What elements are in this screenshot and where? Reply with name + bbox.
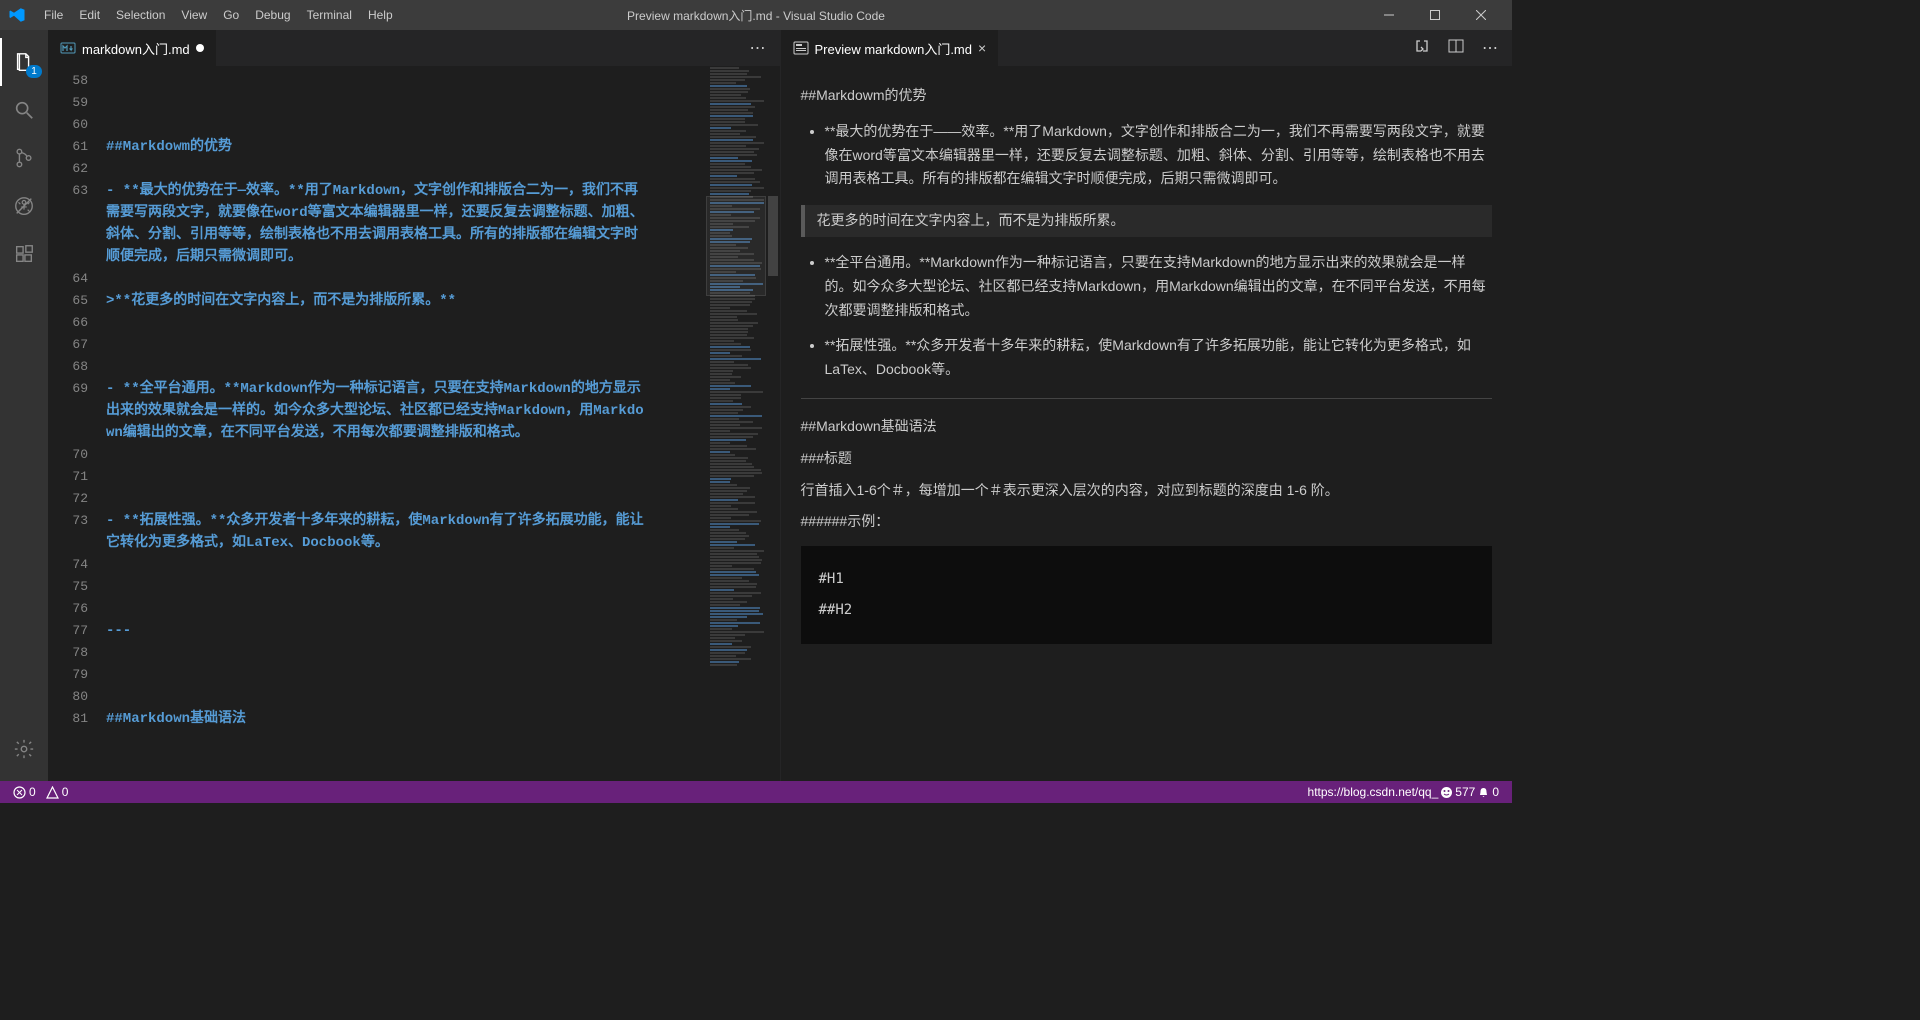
tab-markdown-source[interactable]: markdown入门.md (48, 30, 217, 66)
menu-debug[interactable]: Debug (247, 0, 298, 30)
window-maximize-button[interactable] (1412, 0, 1458, 30)
list-item: **拓展性强。**众多开发者十多年来的耕耘，使Markdown有了许多拓展功能，… (825, 334, 1493, 382)
title-bar: FileEditSelectionViewGoDebugTerminalHelp… (0, 0, 1512, 30)
more-actions-icon[interactable]: ⋯ (1478, 34, 1502, 63)
menu-bar: FileEditSelectionViewGoDebugTerminalHelp (36, 0, 401, 30)
close-icon[interactable]: × (978, 40, 986, 56)
preview-tabs: Preview markdown入门.md × ⋯ (781, 30, 1513, 66)
menu-go[interactable]: Go (215, 0, 247, 30)
menu-terminal[interactable]: Terminal (299, 0, 360, 30)
menu-selection[interactable]: Selection (108, 0, 173, 30)
preview-heading: ###标题 (801, 447, 1493, 471)
list-item: **全平台通用。**Markdown作为一种标记语言，只要在支持Markdown… (825, 251, 1493, 322)
status-bar: 0 0 https://blog.csdn.net/qq_ 577 0 (0, 781, 1512, 803)
divider (801, 398, 1493, 399)
dirty-indicator-icon (196, 44, 204, 52)
status-errors[interactable]: 0 (8, 785, 41, 799)
bell-icon[interactable] (1477, 786, 1490, 799)
minimap[interactable] (706, 66, 766, 781)
more-actions-icon[interactable]: ⋯ (746, 34, 770, 62)
editor-pane-preview: Preview markdown入门.md × ⋯ ##Markdowm的优势 … (781, 30, 1513, 781)
tab-label: markdown入门.md (82, 39, 190, 58)
source-control-icon[interactable] (0, 134, 48, 182)
split-editor-icon[interactable] (1444, 34, 1468, 63)
editor-pane-source: markdown入门.md ⋯ 585960616263646566676869… (48, 30, 781, 781)
preview-text: 行首插入1-6个＃，每增加一个＃表示更深入层次的内容，对应到标题的深度由 1-6… (801, 479, 1493, 503)
warning-icon (46, 786, 59, 799)
menu-file[interactable]: File (36, 0, 71, 30)
preview-heading: ##Markdown基础语法 (801, 415, 1493, 439)
code-block: #H1 ##H2 (801, 546, 1493, 644)
error-icon (13, 786, 26, 799)
minimap-viewport[interactable] (706, 196, 766, 296)
explorer-badge: 1 (26, 65, 42, 78)
menu-view[interactable]: View (173, 0, 215, 30)
list-item: **最大的优势在于——效率。**用了Markdown，文字创作和排版合二为一，我… (825, 120, 1493, 191)
window-title: Preview markdown入门.md - Visual Studio Co… (627, 7, 885, 24)
settings-gear-icon[interactable] (0, 725, 48, 773)
menu-help[interactable]: Help (360, 0, 401, 30)
menu-edit[interactable]: Edit (71, 0, 108, 30)
code-editor[interactable]: 5859606162636465666768697071727374757677… (48, 66, 780, 781)
debug-icon[interactable] (0, 182, 48, 230)
blockquote: 花更多的时间在文字内容上，而不是为排版所累。 (801, 205, 1493, 237)
preview-tab-label: Preview markdown入门.md (815, 39, 973, 58)
scrollbar-thumb[interactable] (768, 196, 778, 276)
status-url: https://blog.csdn.net/qq_ 577 0 (1303, 785, 1504, 799)
activity-bar: 1 (0, 30, 48, 781)
status-warnings[interactable]: 0 (41, 785, 74, 799)
markdown-file-icon (60, 40, 76, 56)
smiley-icon[interactable] (1440, 786, 1453, 799)
open-changes-icon[interactable] (1410, 34, 1434, 63)
extensions-icon[interactable] (0, 230, 48, 278)
editor-tabs: markdown入门.md ⋯ (48, 30, 780, 66)
explorer-icon[interactable]: 1 (0, 38, 48, 86)
vscode-logo-icon (8, 6, 26, 24)
vertical-scrollbar[interactable] (766, 66, 780, 781)
search-icon[interactable] (0, 86, 48, 134)
window-close-button[interactable] (1458, 0, 1504, 30)
preview-heading: ######示例： (801, 510, 1493, 534)
preview-icon (793, 40, 809, 56)
window-minimize-button[interactable] (1366, 0, 1412, 30)
preview-heading: ##Markdowm的优势 (801, 84, 1493, 108)
line-number-gutter: 5859606162636465666768697071727374757677… (48, 66, 106, 781)
tab-markdown-preview[interactable]: Preview markdown入门.md × (781, 30, 1000, 66)
code-content[interactable]: ##Markdowm的优势 - **最大的优势在于—效率。**用了Markdow… (106, 66, 706, 781)
markdown-preview[interactable]: ##Markdowm的优势 **最大的优势在于——效率。**用了Markdown… (781, 66, 1513, 781)
